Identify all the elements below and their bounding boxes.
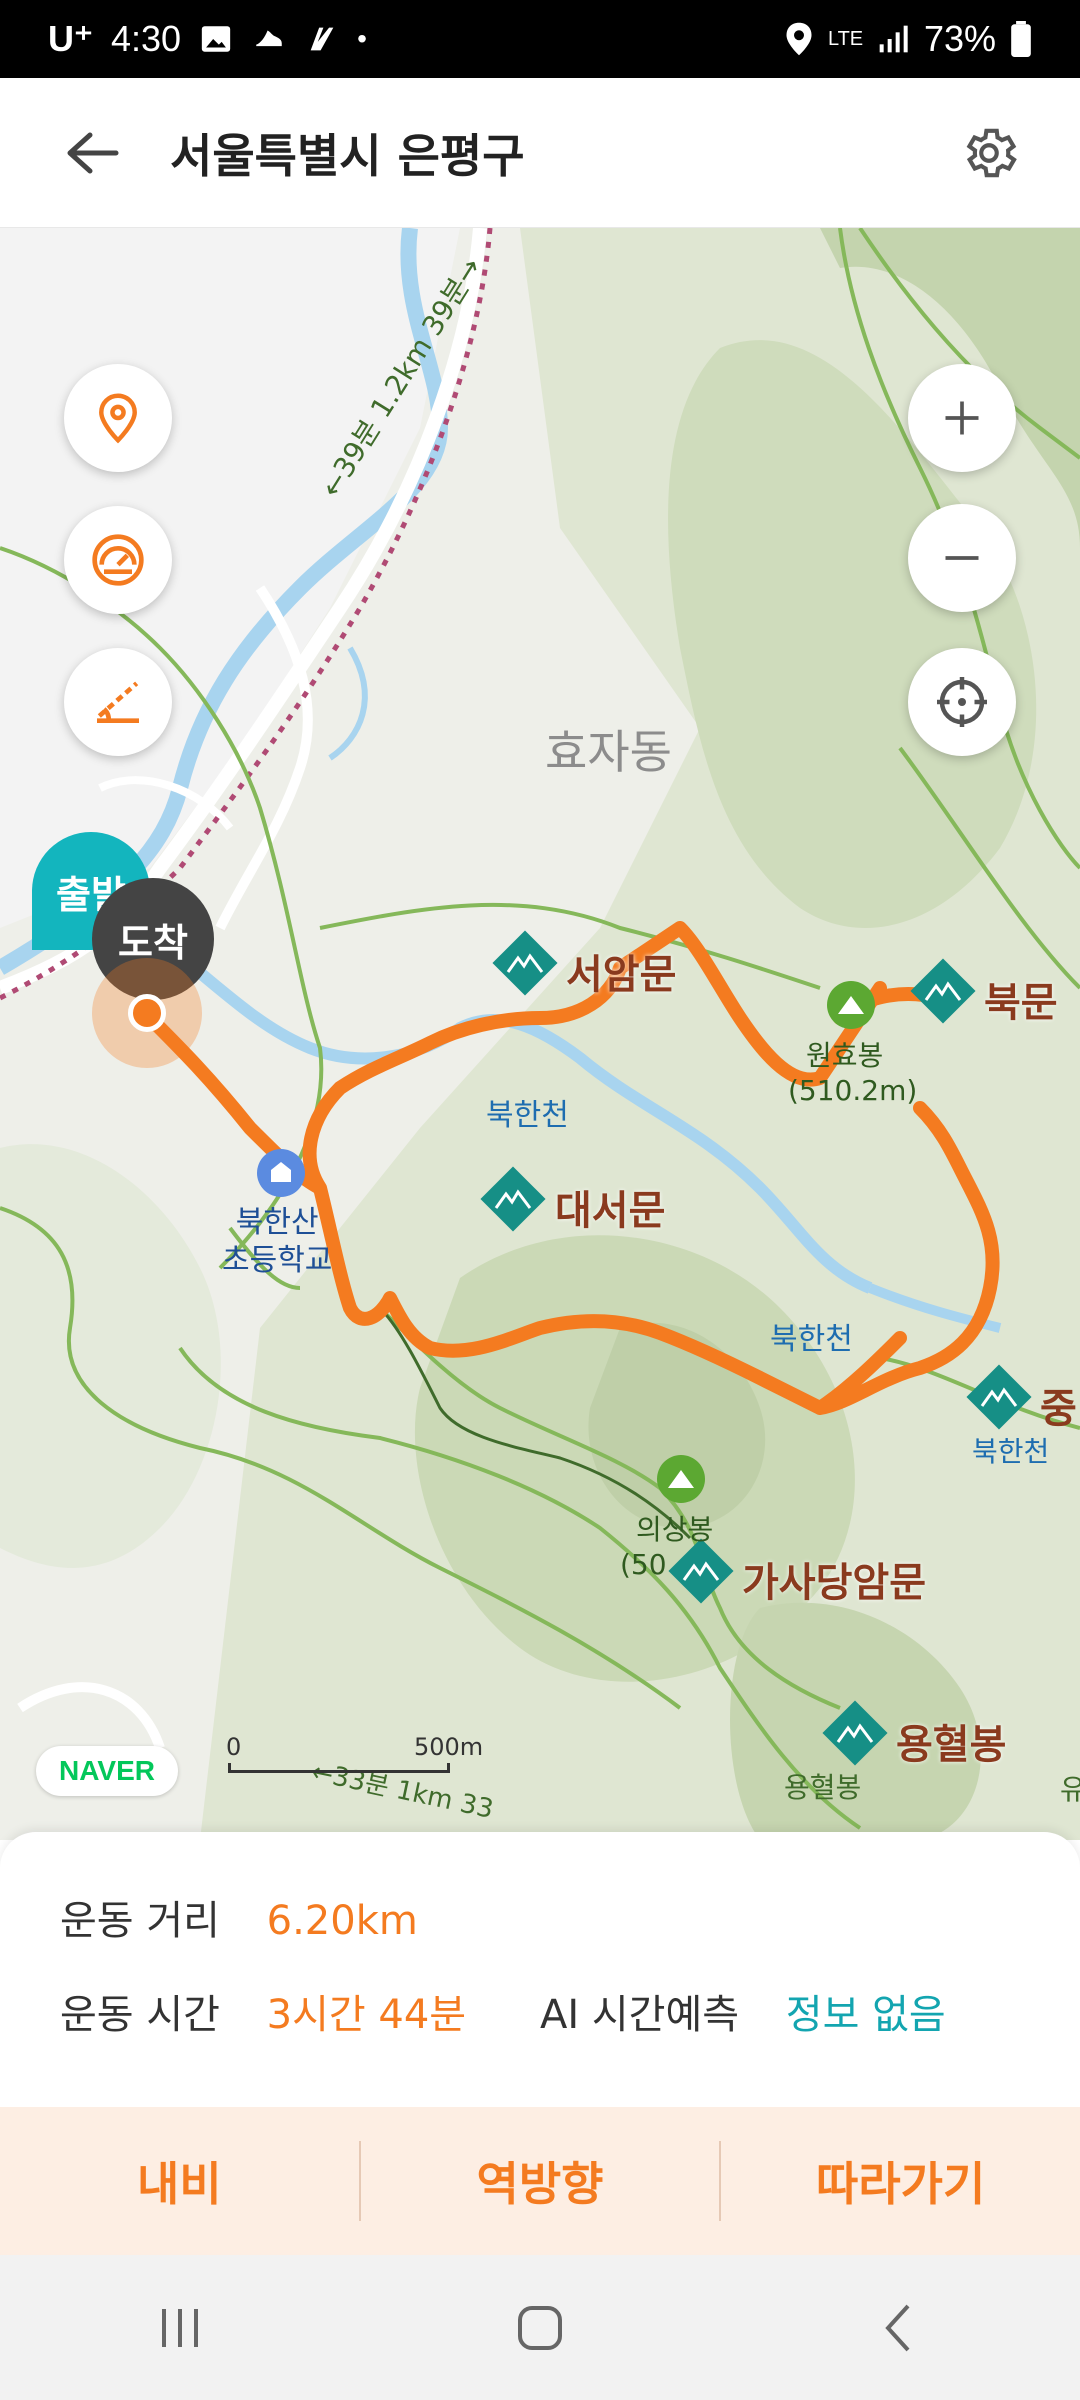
speedometer-icon xyxy=(92,534,144,586)
back-icon[interactable] xyxy=(870,2298,930,2358)
zoom-in-button[interactable] xyxy=(908,364,1016,472)
speed-button[interactable] xyxy=(64,506,172,614)
gear-icon[interactable] xyxy=(958,122,1020,184)
time-label: 운동 시간 xyxy=(60,1992,220,2038)
label-jung: 중 xyxy=(1040,1386,1077,1432)
crosshair-icon xyxy=(937,677,987,727)
mountain-marker-daeseomun[interactable] xyxy=(478,1164,548,1234)
label-bukhancheon-1: 북한천 xyxy=(486,1098,569,1133)
distance-row: 운동 거리 6.20km xyxy=(60,1888,418,1946)
ai-value: 정보 없음 xyxy=(785,1992,946,2038)
status-time: 4:30 xyxy=(111,18,182,59)
notification-dot: • xyxy=(357,23,367,54)
follow-button[interactable]: 따라가기 xyxy=(721,2148,1080,2214)
scale-start: 0 xyxy=(226,1733,242,1761)
plus-icon xyxy=(945,401,979,435)
gallery-icon xyxy=(201,26,231,52)
action-bar: 내비 역방향 따라가기 xyxy=(0,2107,1080,2255)
signal-icon xyxy=(879,25,908,53)
summary-sheet: 운동 거리 6.20km 운동 시간 3시간 44분 AI 시간예측 정보 없음 xyxy=(0,1832,1080,2107)
minus-icon xyxy=(945,556,979,560)
label-jung-sub: 북한천 xyxy=(972,1435,1050,1468)
battery-icon xyxy=(1011,21,1031,57)
app-bar: 서울특별시 은평구 xyxy=(0,78,1080,228)
recent-apps-icon[interactable] xyxy=(150,2303,210,2353)
label-seoammun: 서암문 xyxy=(566,952,677,998)
carrier-label: U⁺ xyxy=(48,18,93,59)
back-arrow-icon[interactable] xyxy=(60,129,120,177)
status-bar: U⁺ 4:30 • LTE 73% xyxy=(0,0,1080,78)
map-view[interactable]: 효자동 ←39분 1.2km 39분→ ←33분 1km 33 출발 도착 서암… xyxy=(0,228,1080,1840)
label-bukhancheon-2: 북한천 xyxy=(770,1322,853,1357)
wave-icon xyxy=(310,27,334,51)
page-title: 서울특별시 은평구 xyxy=(170,128,525,183)
naver-logo: NAVER xyxy=(36,1746,178,1796)
label-wonhyobong: 원효봉 xyxy=(806,1039,884,1072)
label-uisangbong: 의상봉 xyxy=(636,1513,714,1546)
mountain-marker-seoammun[interactable] xyxy=(490,928,560,998)
mountain-marker-yonghyeol[interactable] xyxy=(820,1698,890,1768)
location-icon xyxy=(786,22,812,56)
elevation-button[interactable] xyxy=(64,648,172,756)
time-row: 운동 시간 3시간 44분 xyxy=(60,1982,466,2040)
distance-value: 6.20km xyxy=(266,1898,418,1944)
system-nav-bar xyxy=(0,2255,1080,2400)
navi-button[interactable]: 내비 xyxy=(0,2148,359,2214)
ai-row: AI 시간예측 정보 없음 xyxy=(540,1982,946,2040)
ai-label: AI 시간예측 xyxy=(540,1992,740,2038)
zoom-out-button[interactable] xyxy=(908,504,1016,612)
label-yonghyeol-peak: 용혈봉 xyxy=(784,1771,862,1804)
mountain-marker-bukmun[interactable] xyxy=(908,956,978,1026)
label-bukmun: 북문 xyxy=(984,980,1058,1026)
slope-icon xyxy=(97,681,139,723)
scale-end: 500m xyxy=(414,1733,484,1761)
peak-icon-wonhyobong xyxy=(827,981,875,1029)
current-location-dot xyxy=(128,994,166,1032)
label-daeseomun: 대서문 xyxy=(555,1188,666,1234)
map-pin-icon xyxy=(99,393,137,444)
label-gasadang: 가사당암문 xyxy=(742,1560,926,1606)
label-school: 북한산 초등학교 xyxy=(222,1205,333,1278)
scale-bar: 0 500m xyxy=(226,1733,483,1773)
time-value: 3시간 44분 xyxy=(266,1992,467,2038)
school-icon xyxy=(257,1149,305,1197)
label-far-right: 유 xyxy=(1060,1773,1080,1806)
distance-label: 운동 거리 xyxy=(60,1898,220,1944)
recenter-button[interactable] xyxy=(908,648,1016,756)
home-icon[interactable] xyxy=(510,2298,570,2358)
network-type: LTE xyxy=(827,28,864,50)
label-yonghyeol: 용혈봉 xyxy=(896,1722,1007,1768)
shoe-icon xyxy=(256,30,282,47)
label-wonhyobong-alt: (510.2m) xyxy=(788,1074,918,1107)
label-uisangbong-alt: (50 xyxy=(620,1548,667,1581)
scale-line xyxy=(228,1763,450,1773)
peak-icon-uisangbong xyxy=(657,1455,705,1503)
area-label: 효자동 xyxy=(545,725,672,779)
mountain-marker-jung[interactable] xyxy=(964,1362,1034,1432)
battery-percent: 73% xyxy=(923,18,996,59)
reverse-button[interactable]: 역방향 xyxy=(361,2148,720,2214)
my-location-button[interactable] xyxy=(64,364,172,472)
